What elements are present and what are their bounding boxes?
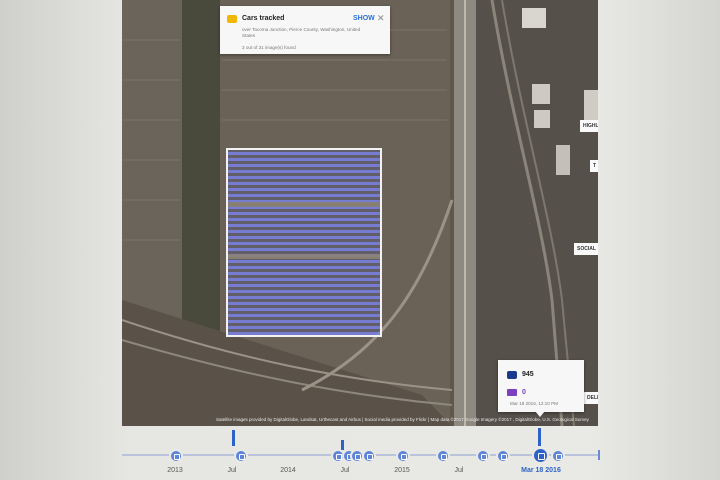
- cars-count: 945: [522, 371, 534, 378]
- lot-aisle: [228, 202, 380, 207]
- lot-aisle: [228, 254, 380, 259]
- timeline-image-marker[interactable]: [396, 449, 410, 463]
- image-timeline[interactable]: 2013 Jul 2014 Jul 2015 Jul Mar 18 2016: [0, 426, 720, 480]
- map-label-social: SOCIAL: [574, 243, 598, 255]
- timeline-label: 2015: [394, 467, 410, 474]
- close-icon[interactable]: ✕: [377, 13, 385, 24]
- timeline-image-marker[interactable]: [234, 449, 248, 463]
- trucks-count: 0: [522, 389, 526, 396]
- vehicle-count-card: 945 0 Mar 18 2016, 12:10 PM: [498, 360, 584, 412]
- timeline-image-marker[interactable]: [476, 449, 490, 463]
- timeline-flag-selected: [538, 428, 541, 446]
- timeline-image-marker[interactable]: [436, 449, 450, 463]
- timeline-image-marker[interactable]: [551, 449, 565, 463]
- timeline-label: 2013: [167, 467, 183, 474]
- card-title: Cars tracked: [242, 15, 285, 22]
- timeline-label: 2014: [280, 467, 296, 474]
- timeline-image-marker-selected[interactable]: [532, 447, 549, 464]
- map-label-highlands: HIGHL: [580, 120, 598, 132]
- selected-parking-lot-overlay[interactable]: [226, 148, 382, 337]
- timeline-image-marker[interactable]: [496, 449, 510, 463]
- capture-timestamp: Mar 18 2016, 12:10 PM: [510, 401, 559, 406]
- cars-tracked-card: Cars tracked SHOW ✕ over Tacoma Junction…: [220, 6, 390, 54]
- timeline-image-marker[interactable]: [169, 449, 183, 463]
- timeline-flag: [232, 430, 235, 446]
- map-label-t: T: [590, 160, 598, 172]
- truck-icon: [507, 389, 517, 396]
- timeline-label: Jul: [227, 467, 237, 474]
- timeline-label-selected: Mar 18 2016: [521, 467, 561, 474]
- card-pointer: [535, 411, 545, 417]
- timeline-label: Jul: [454, 467, 464, 474]
- card-location: over Tacoma Junction, Pierce County, Was…: [242, 27, 361, 38]
- car-icon: [507, 371, 517, 379]
- timeline-end-cap: [598, 450, 600, 460]
- presentation-screen: HIGHL T SOCIAL DELE Satellite images pro…: [0, 0, 720, 480]
- car-icon: [227, 15, 237, 23]
- timeline-label: Jul: [340, 467, 350, 474]
- map-label-dele: DELE: [584, 392, 598, 404]
- timeline-flag: [341, 440, 344, 450]
- show-button[interactable]: SHOW: [353, 15, 375, 22]
- map-attribution: Satellite images provided by DigitalGlob…: [216, 417, 589, 422]
- card-image-count: 3 out of 31 image(s) found: [242, 45, 296, 50]
- timeline-image-marker[interactable]: [362, 449, 376, 463]
